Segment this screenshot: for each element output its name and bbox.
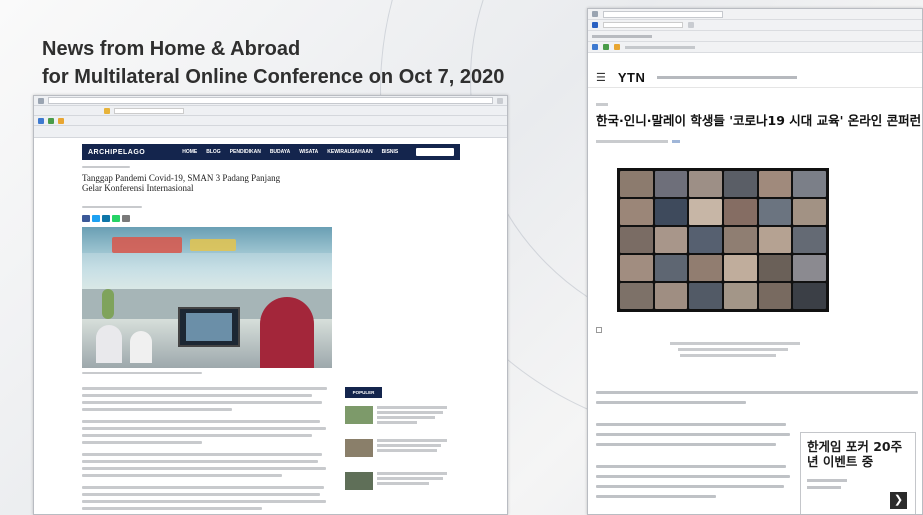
browser-menu-bar: [588, 31, 922, 42]
article-body-line: [82, 441, 202, 444]
article-body-line: [82, 507, 262, 510]
browser-tab: [603, 22, 683, 28]
browser-menu-bar: [34, 116, 507, 126]
slide-title-line1: News from Home & Abroad: [42, 38, 301, 60]
nav-item: BLOG: [206, 149, 221, 155]
browser-tab-bar: [588, 20, 922, 31]
article-body-line: [82, 453, 322, 456]
bookmark-icon: [58, 117, 64, 124]
nav-item: PENDIDIKAN: [229, 149, 261, 155]
sidebar-article-item: [345, 437, 455, 465]
nav-item: BUDAYA: [269, 149, 291, 155]
article-date-line: [596, 140, 668, 143]
korean-news-screenshot: ☰ YTN 한국·인니·말레이 학생들 '코로나19 시대 교육' 온라인 콘퍼…: [587, 8, 923, 515]
article-body-line: [82, 493, 320, 496]
search-input: [416, 148, 454, 156]
whatsapp-icon: [112, 215, 120, 222]
browser-tab: [114, 107, 184, 114]
site-navigation: ARCHIPELAGO HOME BLOG PENDIDIKAN BUDAYA …: [82, 144, 460, 160]
site-logo: ARCHIPELAGO: [88, 148, 146, 156]
article-body-line: [596, 391, 918, 394]
nav-item: BISNIS: [381, 149, 399, 155]
browser-tab-bar: [34, 106, 507, 116]
article-body-line: [596, 401, 746, 404]
ytn-header: ☰ YTN: [588, 68, 922, 88]
nav-item: HOME: [182, 149, 198, 155]
photo-expand-icon: [596, 327, 602, 333]
browser-address-bar: [34, 96, 507, 106]
article-body-line: [596, 495, 716, 498]
bookmark-icon: [38, 117, 44, 124]
nav-item: KEWIRAUSAHAAN: [327, 149, 373, 155]
article-body-line: [82, 427, 326, 430]
browser-address-bar: [588, 9, 922, 20]
article-body-line: [82, 460, 318, 463]
article-headline: 한국·인니·말레이 학생들 '코로나19 시대 교육' 온라인 콘퍼런: [596, 113, 922, 128]
sidebar-thumbnail: [345, 439, 373, 457]
article-body-line: [82, 474, 282, 477]
bookmark-icon: [48, 117, 54, 124]
section-label: [596, 103, 608, 106]
article-body-line: [82, 420, 320, 423]
site-logo: YTN: [617, 70, 646, 85]
refresh-icon: [497, 97, 503, 104]
photo-caption: [670, 342, 800, 345]
article-body-line: [596, 423, 786, 426]
advertisement-box[interactable]: 한게임 포커 20주년 이벤트 중 ❯: [800, 432, 916, 514]
article-body-line: [82, 394, 312, 397]
chevron-right-icon[interactable]: ❯: [890, 492, 907, 509]
browser-bookmarks-bar: [588, 42, 922, 53]
header-subtitle-line: [657, 76, 798, 79]
tab-favicon-icon: [104, 107, 110, 114]
nav-item: WISATA: [299, 149, 319, 155]
bookmark-icon: [592, 44, 598, 50]
article-body-line: [82, 500, 326, 503]
article-photo: [82, 227, 332, 368]
article-body-line: [596, 433, 790, 436]
photo-caption: [678, 348, 788, 351]
article-body-line: [82, 467, 326, 470]
article-author-line: [82, 206, 142, 208]
sidebar-thumbnail: [345, 472, 373, 490]
indonesian-news-screenshot: ARCHIPELAGO HOME BLOG PENDIDIKAN BUDAYA …: [33, 95, 508, 515]
twitter-icon: [92, 215, 100, 222]
article-body-line: [82, 486, 324, 489]
sidebar-article-item: [345, 404, 455, 432]
zoom-meeting-screenshot: [617, 168, 829, 312]
sidebar-article-item: [345, 470, 455, 498]
browser-bookmarks-bar: [34, 126, 507, 138]
article-body-line: [82, 387, 327, 390]
back-icon: [592, 11, 598, 17]
article-body-line: [82, 401, 322, 404]
share-buttons: [82, 215, 130, 222]
photo-caption: [680, 354, 776, 357]
hamburger-menu-icon: ☰: [596, 72, 606, 84]
article-body-line: [82, 408, 232, 411]
article-body-line: [82, 434, 312, 437]
slide-background: News from Home & Abroad for Multilateral…: [0, 0, 923, 515]
comment-count: [672, 140, 680, 143]
sidebar-heading: POPULER: [345, 387, 382, 398]
article-date-line: [82, 166, 130, 168]
article-body-line: [596, 443, 776, 446]
email-icon: [122, 215, 130, 222]
ad-title: 한게임 포커 20주년 이벤트 중: [807, 439, 903, 469]
sidebar-thumbnail: [345, 406, 373, 424]
tab-favicon-icon: [592, 22, 598, 28]
article-headline: Tanggap Pandemi Covid-19, SMAN 3 Padang …: [82, 173, 281, 193]
article-body-line: [596, 475, 790, 478]
new-tab-icon: [688, 22, 694, 28]
article-body-line: [596, 465, 786, 468]
photo-caption: [82, 372, 202, 374]
facebook-icon: [82, 215, 90, 222]
linkedin-icon: [102, 215, 110, 222]
url-field: [48, 97, 493, 104]
url-field: [603, 10, 723, 18]
slide-title-line2: for Multilateral Online Conference on Oc…: [42, 66, 505, 88]
bookmark-icon: [603, 44, 609, 50]
back-icon: [38, 97, 44, 104]
article-body-line: [596, 485, 784, 488]
bookmark-icon: [614, 44, 620, 50]
